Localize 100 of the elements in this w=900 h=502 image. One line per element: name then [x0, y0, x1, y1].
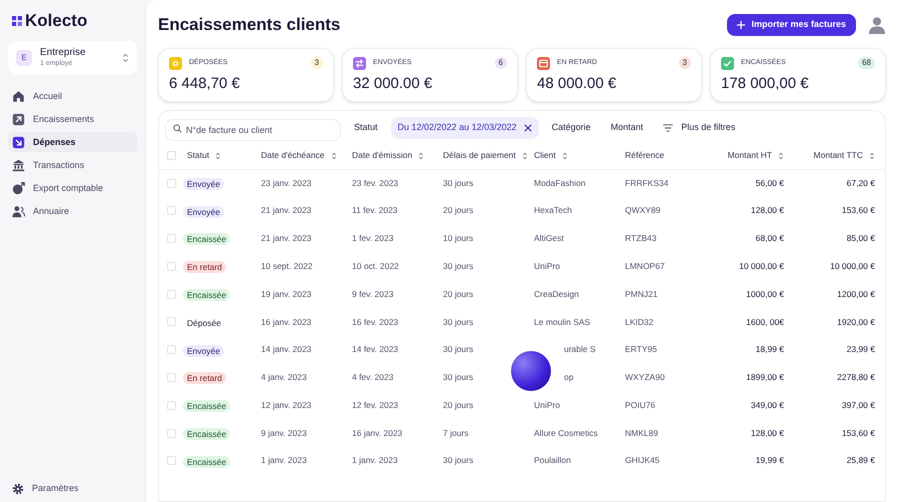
sort-icon[interactable] [215, 152, 222, 160]
status-badge: Encaissée [183, 456, 230, 468]
table-cell: op [564, 372, 574, 382]
checkbox[interactable] [167, 151, 176, 160]
column-header[interactable]: Date d'échéance [261, 150, 325, 160]
status-badge: Envoyée [183, 178, 224, 190]
table-cell: Poulaillon [534, 455, 571, 466]
table-cell: 20 jours [443, 400, 474, 410]
sidebar-item[interactable]: Accueil [8, 86, 137, 106]
table-cell: 1000,00 € [746, 288, 784, 299]
bank-icon [12, 158, 25, 172]
table-cell: FRRFKS34 [625, 178, 668, 188]
filter-chip[interactable]: Montant [604, 117, 650, 139]
table-cell: 56,00 € [756, 178, 784, 188]
logo-icon [12, 16, 22, 26]
column-header[interactable]: Statut [187, 150, 210, 160]
column-header[interactable]: Délais de paiement [443, 150, 516, 160]
checkbox[interactable] [167, 372, 176, 382]
table-cell: 11 fev. 2023 [352, 205, 398, 216]
column-header[interactable]: Référence [625, 150, 664, 160]
count-badge: 6 [494, 57, 507, 69]
sidebar-item[interactable]: Export comptable [8, 178, 137, 198]
table-cell: 19,99 € [756, 455, 784, 466]
table-cell: UniPro [534, 260, 560, 271]
table-cell: CreaDesign [534, 288, 579, 299]
filter-chip[interactable]: Catégorie [544, 117, 598, 139]
table-cell: 12 fev. 2023 [352, 400, 398, 410]
table-cell: 128,00 € [750, 205, 784, 216]
table-cell: 10 sept. 2022 [261, 260, 313, 271]
settings-item[interactable]: Paramètres [8, 480, 137, 498]
table-cell: 23 janv. 2023 [261, 178, 312, 188]
table-cell: 23 fev. 2023 [352, 178, 398, 188]
column-header[interactable]: Date d'émission [352, 150, 412, 160]
table-cell: QWXY89 [625, 205, 660, 216]
sort-icon[interactable] [522, 152, 528, 160]
arrow-square-icon [12, 112, 25, 126]
stat-amount: 178 000,00 € [721, 74, 810, 94]
settings-icon [12, 483, 24, 495]
filter-chip[interactable]: Du 12/02/2022 au 12/03/2022 [390, 117, 539, 139]
checkbox[interactable] [167, 234, 176, 243]
status-badge: Encaissée [183, 400, 230, 412]
home-icon [12, 90, 25, 103]
sort-icon[interactable] [778, 152, 784, 160]
table-cell: 1200,00 € [837, 288, 875, 299]
table-cell: LKID32 [625, 316, 654, 326]
checkbox[interactable] [167, 428, 176, 438]
stat-amount: 32 000.00 € [353, 74, 434, 94]
checkbox[interactable] [167, 206, 176, 216]
plus-icon [737, 20, 746, 29]
sidebar-item[interactable]: Encaissements [8, 109, 137, 130]
table-cell: 1920,00 € [837, 316, 875, 326]
checkbox[interactable] [167, 262, 176, 271]
table-cell: UniPro [534, 400, 560, 410]
filter-chip[interactable]: Statut [347, 117, 385, 139]
table-cell: 16 janv. 2023 [352, 428, 402, 438]
table-cell: urable S [564, 344, 596, 354]
sort-icon[interactable] [418, 152, 424, 160]
table-cell: 1899,00 € [746, 372, 784, 382]
table-cell: 153,60 € [842, 205, 875, 216]
sidebar-item[interactable]: Transactions [8, 155, 137, 176]
cursor-highlight [511, 351, 551, 391]
table-cell: 14 fev. 2023 [352, 344, 398, 354]
sort-icon[interactable] [330, 152, 337, 160]
sidebar-item[interactable]: Annuaire [8, 201, 137, 222]
table-cell: 19 janv. 2023 [261, 288, 312, 299]
sort-icon[interactable] [562, 152, 568, 160]
checkbox[interactable] [167, 317, 176, 326]
more-filters-button[interactable]: Plus de filtres [656, 117, 742, 139]
table-cell: 4 fev. 2023 [352, 372, 394, 382]
table-cell: 10 oct. 2022 [352, 260, 399, 271]
table-cell: RTZB43 [625, 233, 656, 244]
stat-amount: 48 000.00 € [537, 74, 618, 94]
sort-icon[interactable] [869, 152, 875, 160]
import-button[interactable]: Importer mes factures [727, 14, 856, 36]
status-badge: Envoyée [183, 344, 224, 357]
table-cell: 2278,80 € [837, 372, 875, 382]
status-badge: Encaissée [183, 289, 230, 302]
checkbox[interactable] [167, 456, 176, 466]
filter-icon [663, 124, 674, 132]
checkbox[interactable] [167, 290, 176, 299]
avatar-icon[interactable] [868, 16, 886, 34]
table-cell: 10 jours [443, 233, 474, 244]
search-field[interactable]: N°de facture ou client [165, 119, 341, 141]
checkbox[interactable] [167, 345, 176, 354]
table-cell: 349,00 € [750, 400, 784, 410]
column-header[interactable]: Montant HT [728, 150, 772, 160]
table-cell: AltiGest [534, 233, 564, 244]
column-header[interactable]: Montant TTC [814, 150, 863, 160]
checkbox[interactable] [167, 400, 176, 410]
table-cell: WXYZA90 [625, 372, 665, 382]
table-cell: 21 janv. 2023 [261, 233, 312, 244]
sidebar-item[interactable]: Dépenses [8, 132, 137, 152]
table-cell: 20 jours [443, 288, 474, 299]
checkbox[interactable] [167, 178, 176, 188]
page-title: Encaissements clients [158, 14, 340, 36]
column-header[interactable]: Client [534, 150, 556, 160]
close-icon[interactable] [524, 124, 532, 132]
table-cell: 397,00 € [842, 400, 875, 410]
table-cell: GHIJK45 [625, 455, 660, 466]
table-cell: 20 jours [443, 205, 474, 216]
